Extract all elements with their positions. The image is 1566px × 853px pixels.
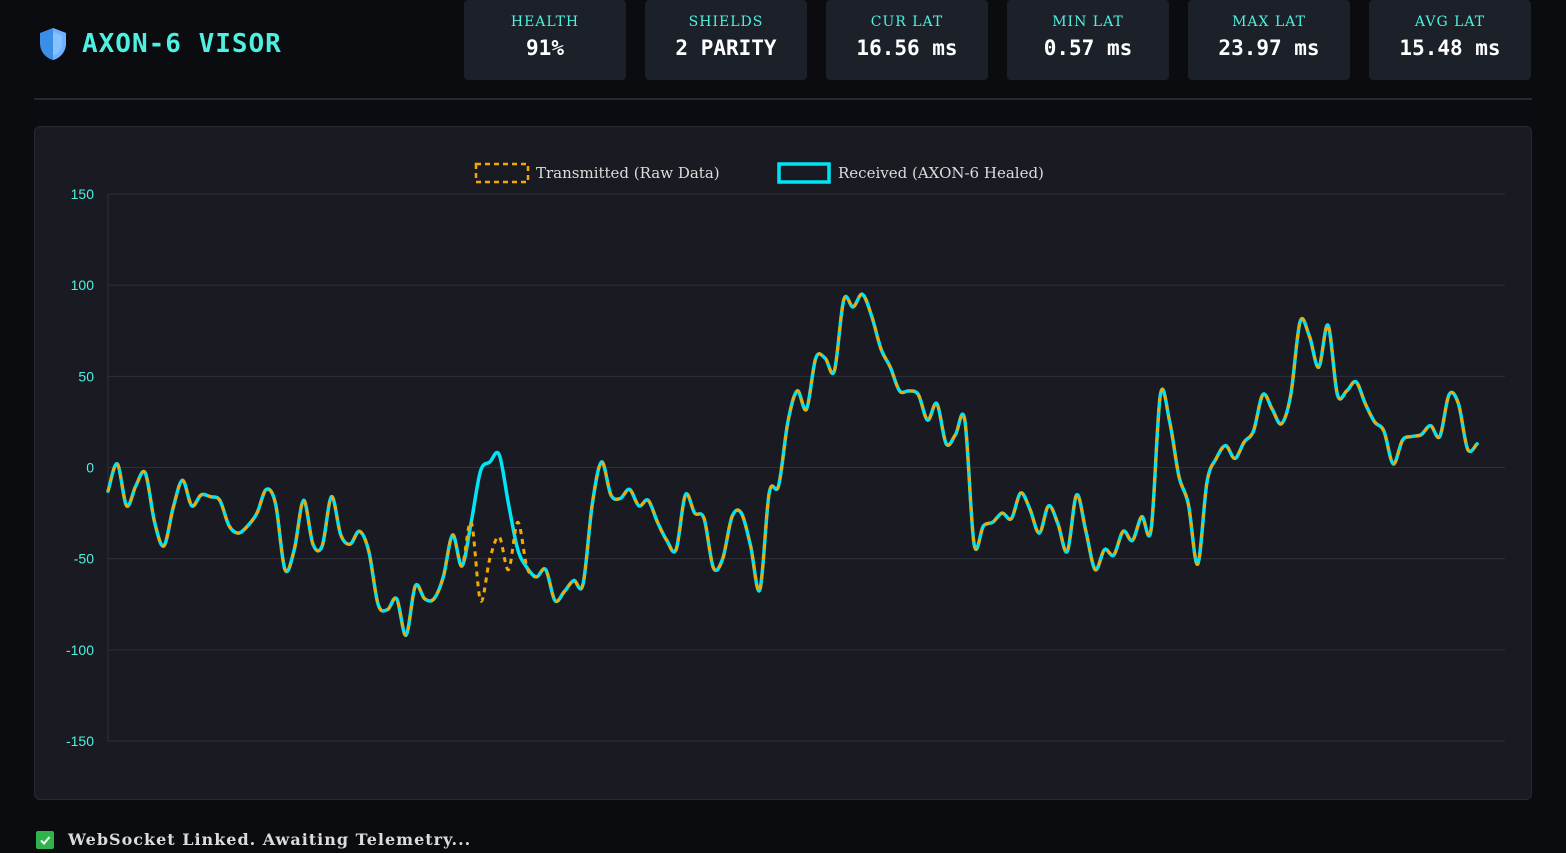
y-tick-label: -100	[66, 642, 94, 658]
metric-label: SHIELDS	[688, 14, 764, 30]
y-tick-label: 100	[71, 277, 95, 293]
y-tick-label: 150	[71, 186, 95, 202]
y-tick-label: -150	[66, 733, 94, 749]
metric-value: 16.56 ms	[856, 36, 958, 60]
metric-avg-lat: AVG LAT 15.48 ms	[1369, 0, 1531, 80]
latency-chart: 150 100 50 0 -50 -100 -150 Transmitted (Raw Dat…	[66, 162, 1505, 749]
metric-value: 23.97 ms	[1218, 36, 1320, 60]
metric-max-lat: MAX LAT 23.97 ms	[1188, 0, 1350, 80]
series-line-received	[106, 292, 1479, 637]
check-icon	[36, 830, 54, 849]
status-bar: WebSocket Linked. Awaiting Telemetry...	[36, 830, 471, 849]
header-divider	[34, 98, 1532, 100]
legend-label-transmitted: Transmitted (Raw Data)	[536, 164, 720, 182]
status-text: WebSocket Linked. Awaiting Telemetry...	[68, 830, 472, 849]
metric-label: HEALTH	[510, 14, 580, 30]
legend-swatch-transmitted	[474, 162, 530, 184]
metric-min-lat: MIN LAT 0.57 ms	[1007, 0, 1169, 80]
y-tick-label: -50	[74, 551, 94, 567]
shield-icon	[38, 27, 68, 61]
series-line-transmitted	[106, 292, 1479, 637]
metric-value: 0.57 ms	[1043, 36, 1133, 60]
metric-cur-lat: CUR LAT 16.56 ms	[826, 0, 988, 80]
metric-label: MIN LAT	[1052, 14, 1124, 30]
metric-value: 91%	[526, 36, 564, 60]
app-title: AXON-6 VISOR	[82, 29, 282, 59]
metrics-bar: HEALTH 91% SHIELDS 2 PARITY CUR LAT 16.5…	[464, 0, 1531, 80]
legend-swatch-received	[777, 162, 831, 184]
metric-health: HEALTH 91%	[464, 0, 626, 80]
metric-shields: SHIELDS 2 PARITY	[645, 0, 807, 80]
metric-value: 2 PARITY	[675, 36, 777, 60]
y-tick-label: 50	[78, 368, 94, 384]
chart-panel: 150 100 50 0 -50 -100 -150 Transmitted (Raw Dat…	[34, 126, 1532, 800]
header: AXON-6 VISOR HEALTH 91% SHIELDS 2 PARITY…	[0, 0, 1566, 100]
y-tick-label: 0	[86, 460, 94, 476]
legend-label-received: Received (AXON-6 Healed)	[838, 164, 1044, 182]
metric-value: 15.48 ms	[1399, 36, 1501, 60]
metric-label: CUR LAT	[870, 14, 944, 30]
brand: AXON-6 VISOR	[38, 24, 282, 64]
metric-label: AVG LAT	[1414, 14, 1486, 30]
metric-label: MAX LAT	[1232, 14, 1306, 30]
